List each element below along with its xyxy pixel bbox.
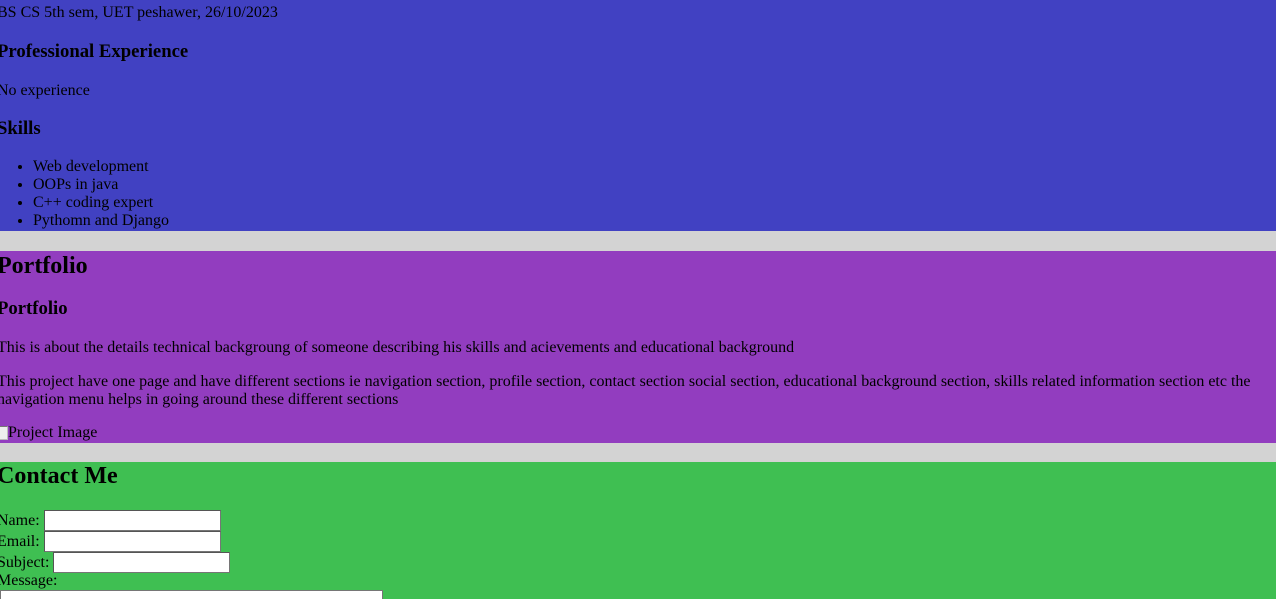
message-label: Message:	[0, 572, 58, 589]
skills-heading: Skills	[0, 118, 41, 139]
message-textarea[interactable]	[0, 590, 383, 599]
skills-list: Web development OOPs in java C++ coding …	[0, 158, 169, 230]
page: BS CS 5th sem, UET peshawer, 26/10/2023 …	[0, 0, 1276, 599]
profile-section: BS CS 5th sem, UET peshawer, 26/10/2023 …	[0, 0, 1276, 231]
broken-image-icon	[0, 426, 8, 440]
experience-text: No experience	[0, 82, 90, 99]
experience-heading: Professional Experience	[0, 41, 189, 62]
list-item: Pythomn and Django	[33, 212, 169, 230]
education-line: BS CS 5th sem, UET peshawer, 26/10/2023	[0, 4, 278, 21]
portfolio-description: This is about the details technical back…	[0, 339, 795, 356]
email-field[interactable]	[43, 531, 221, 552]
list-item: C++ coding expert	[33, 194, 169, 212]
message-row: Message:	[0, 572, 57, 590]
subject-label: Subject:	[0, 553, 50, 571]
subject-row: Subject:	[0, 552, 231, 573]
name-label: Name:	[0, 511, 40, 529]
portfolio-subtitle: Portfolio	[0, 298, 68, 319]
list-item: OOPs in java	[33, 176, 169, 194]
subject-field[interactable]	[53, 552, 231, 573]
list-item: Web development	[33, 158, 169, 176]
portfolio-section: Portfolio Portfolio This is about the de…	[0, 251, 1276, 443]
contact-title: Contact Me	[0, 463, 118, 489]
project-text: This project have one page and have diff…	[0, 373, 1251, 408]
name-field[interactable]	[43, 510, 221, 531]
email-row: Email:	[0, 531, 221, 552]
portfolio-title: Portfolio	[0, 253, 88, 279]
project-image-alt: Project Image	[8, 424, 98, 441]
project-image: Project Image	[0, 424, 97, 442]
name-row: Name:	[0, 510, 221, 531]
email-label: Email:	[0, 532, 40, 550]
